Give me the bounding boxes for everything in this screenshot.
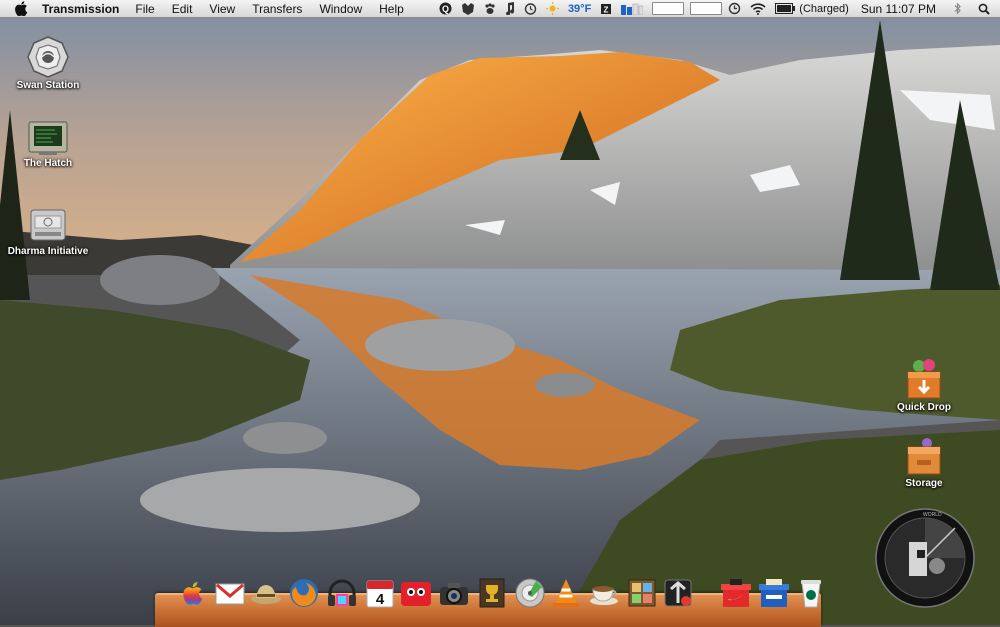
safari-hat-icon [251,585,281,604]
app-menu-transmission[interactable]: Transmission [42,2,119,16]
weather-temperature[interactable]: 39°F [568,0,591,17]
apple-icon [183,581,203,605]
apple-menu-icon[interactable] [15,1,29,16]
camera-icon [440,583,468,605]
menu-window[interactable]: Window [319,2,362,16]
dharma-swan-logo-icon [27,36,69,78]
spotlight-search-icon[interactable] [978,0,990,17]
desktop-icon-swan-station[interactable]: Swan Station [10,36,86,91]
disk-utility-icon [515,578,545,608]
quicksilver-icon[interactable]: Q [439,0,452,17]
dock-safari-hat[interactable] [250,577,282,613]
quick-drop-box-icon [907,359,941,399]
menubar-clock[interactable]: Sun 11:07 PM [861,2,936,16]
paw-icon[interactable] [484,0,496,17]
dashboard-icon [628,579,656,607]
dock-dashboard[interactable] [626,577,658,613]
dock-ical[interactable]: 4 [364,577,396,613]
dock-itunes[interactable] [326,577,358,613]
wifi-icon[interactable] [750,0,766,17]
widget-label: WORLD [923,512,942,518]
dock-disk-utility[interactable] [514,577,546,613]
trophy-icon [479,578,505,608]
desktop-wallpaper [0,0,1000,625]
gmail-icon [215,583,245,605]
reebok-shoebox-icon [759,579,789,607]
weather-sun-icon[interactable] [545,0,559,17]
dock-finder-apple[interactable] [176,577,208,613]
calendar-icon: 4 [366,580,394,608]
world-clock-widget[interactable]: WORLD [875,508,975,608]
desktop-icon-label: The Hatch [23,158,73,169]
dock-photobooth[interactable] [400,577,432,613]
calendar-day: 4 [376,591,385,608]
desktop-icon-label: Swan Station [16,80,80,91]
cpu-meter-icon[interactable] [621,0,644,17]
desktop-icon-the-hatch[interactable]: The Hatch [10,120,86,169]
menu-transfers[interactable]: Transfers [252,2,302,16]
menu-help[interactable]: Help [379,2,404,16]
desktop-icon-label: Quick Drop [897,402,951,413]
meter-indicator-2[interactable] [690,2,723,15]
nike-shoebox-icon [721,579,751,607]
dock-trophy[interactable] [476,577,508,613]
time-machine-icon[interactable] [728,0,741,17]
music-note-icon[interactable] [505,0,515,17]
transmission-icon [664,579,692,607]
dharma-drive-icon [30,209,66,241]
dock-firefox[interactable] [288,577,320,613]
svg-text:Z: Z [604,5,609,14]
dock-nike-box[interactable] [720,577,752,613]
menu-extra-icon[interactable]: Z [600,0,612,17]
menu-view[interactable]: View [209,2,235,16]
dock-reebok-box[interactable] [758,577,790,613]
photobooth-icon [401,582,431,606]
dock-gmail[interactable] [214,577,246,613]
battery-icon[interactable] [775,0,796,17]
alarm-icon[interactable] [524,0,537,17]
coffee-cup-icon [590,586,618,605]
firefox-icon [290,579,318,607]
battery-status[interactable]: (Charged) [799,3,849,15]
hatch-computer-icon [28,121,68,155]
storage-box-icon [907,438,941,475]
menu-bar: Transmission File Edit View Transfers Wi… [0,0,1000,18]
dock-vlc[interactable] [550,577,582,613]
dock-coffee-cup[interactable] [588,577,620,613]
desktop-icon-label: Storage [905,478,943,489]
starbucks-cup-icon [801,580,821,608]
menu-file[interactable]: File [135,2,154,16]
itunes-headphones-icon [328,579,356,606]
menu-edit[interactable]: Edit [172,2,193,16]
vlc-icon [553,579,579,607]
dock-starbucks-cup[interactable] [795,577,827,613]
desktop-icon-quick-drop[interactable]: Quick Drop [888,356,960,413]
desktop-icon-storage[interactable]: Storage [888,436,960,489]
desktop-icon-dharma-initiative[interactable]: Dharma Initiative [4,206,92,257]
dock-camera[interactable] [438,577,470,613]
bluetooth-icon[interactable] [954,0,962,17]
growl-icon[interactable] [461,0,475,17]
meter-indicator-1[interactable] [652,2,685,15]
desktop-icon-label: Dharma Initiative [7,246,89,257]
dock-transmission[interactable] [662,577,694,613]
svg-text:Q: Q [442,4,449,14]
